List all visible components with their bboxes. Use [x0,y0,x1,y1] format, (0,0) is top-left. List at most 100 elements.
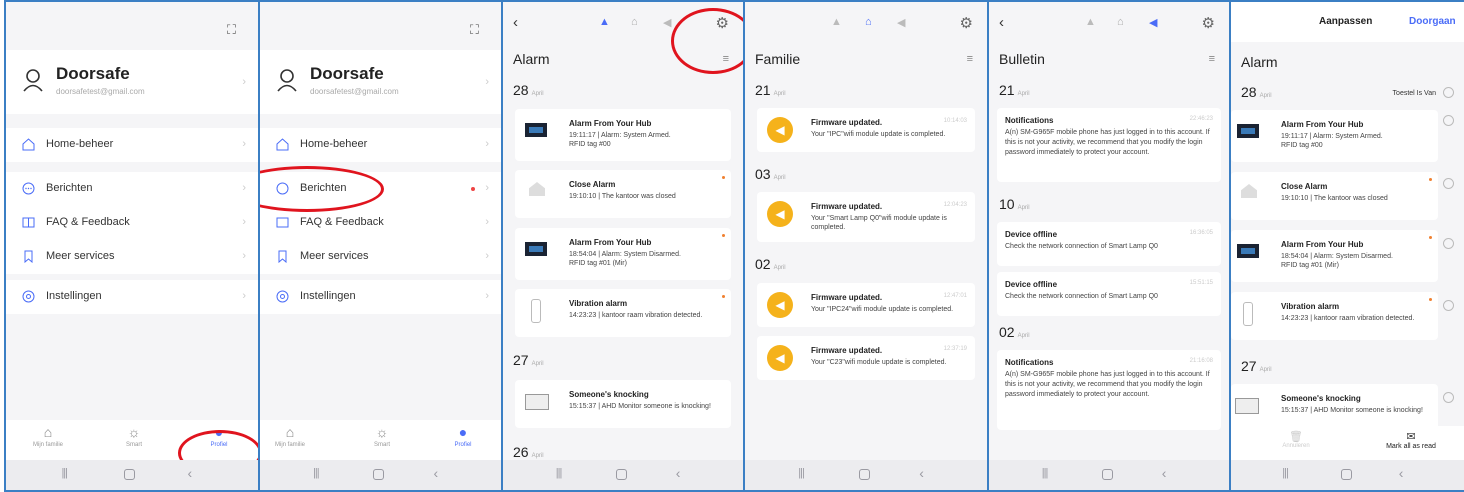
message-card[interactable]: Alarm From Your Hub 19:11:17 | Alarm: Sys… [515,109,731,161]
back-icon[interactable]: ‹ [676,465,681,481]
message-card[interactable]: Close Alarm 19:10:10 | The kantoor was cl… [515,170,731,218]
menu-item-home[interactable]: Home-beheer › [6,128,258,162]
tab-smart[interactable]: ☼ Smart [357,424,407,448]
home-button-icon[interactable] [1101,469,1113,480]
bulletin-card[interactable]: Notifications 22:46:23 A(n) SM-G965F mobil… [997,108,1221,182]
envelope-icon: ✉ [1406,431,1416,443]
tab-smart[interactable]: ☼ Smart [109,424,159,448]
recents-icon[interactable]: ||| [313,467,320,479]
back-arrow-icon[interactable]: ‹ [999,14,1004,31]
bell-icon[interactable]: ▲ [1085,16,1096,28]
select-radio[interactable] [1443,392,1454,403]
menu-item-home[interactable]: Home-beheer › [260,128,501,162]
bulletin-card[interactable]: Device offline 16:36:05 Check the network … [997,222,1221,266]
back-arrow-icon[interactable]: ‹ [513,14,518,31]
home-icon[interactable]: ⌂ [631,16,638,28]
back-icon[interactable]: ‹ [1399,465,1404,481]
list-icon[interactable]: ≡ [1209,53,1215,65]
family-screen: ▲ ⌂ ◀ ⚙ Familie ≡ 21 April ◀ Firmware upda… [743,0,989,492]
recents-icon[interactable]: ||| [1282,467,1289,479]
home-button-icon[interactable] [373,469,385,480]
unread-dot [471,187,475,191]
edit-header: Aanpassen Doorgaan [1231,2,1464,42]
menu-item-settings[interactable]: Instellingen › [260,280,501,314]
message-card[interactable]: Vibration alarm 14:23:23 | kantoor raam v… [515,289,731,337]
android-nav-bar: ||| ‹ [6,460,258,490]
back-icon[interactable]: ‹ [919,465,924,481]
message-card[interactable]: Alarm From Your Hub 18:54:04 | Alarm: Sys… [515,228,731,280]
message-time: 21:16:08 [1189,358,1213,364]
android-nav-bar: ||| ‹ [745,460,987,490]
menu-item-messages[interactable]: Berichten › [6,172,258,206]
home-button-icon[interactable] [615,469,627,480]
message-card[interactable]: Alarm From Your Hub 18:54:04 | Alarm: Sys… [1231,230,1438,282]
recents-icon[interactable]: ||| [556,467,563,479]
speaker-icon[interactable]: ◀ [663,16,671,29]
home-button-icon[interactable] [858,469,870,480]
select-radio[interactable] [1443,115,1454,126]
speaker-icon[interactable]: ◀ [1149,16,1157,29]
unread-dot [722,176,725,179]
house-thumbnail [529,182,545,196]
done-button[interactable]: Doorgaan [1409,16,1456,27]
user-icon [23,69,43,92]
message-card[interactable]: Someone's knocking 15:15:37 | AHD Monitor… [1231,384,1438,430]
profile-card[interactable]: Doorsafe doorsafetest@gmail.com › [6,50,258,114]
menu-item-faq[interactable]: FAQ & Feedback › [6,206,258,240]
message-card[interactable]: Vibration alarm 14:23:23 | kantoor raam v… [1231,292,1438,340]
menu-item-settings[interactable]: Instellingen › [6,280,258,314]
message-card[interactable]: ◀ Firmware updated. 10:14:03 Your "IPC"wifi… [757,108,975,152]
gear-icon[interactable]: ⚙ [960,14,973,32]
bookmark-icon [278,250,287,263]
bulletin-card[interactable]: Notifications 21:16:08 A(n) SM-G965F mobil… [997,350,1221,430]
cancel-button[interactable]: 🗑 Annuleren [1271,430,1321,449]
scan-icon[interactable]: ⛶ [227,22,236,38]
back-icon[interactable]: ‹ [187,465,192,481]
profile-card[interactable]: Doorsafe doorsafetest@gmail.com › [260,50,501,114]
recents-icon[interactable]: ||| [1042,467,1049,479]
message-card[interactable]: Someone's knocking 15:15:37 | AHD Monitor… [515,380,731,428]
back-icon[interactable]: ‹ [1162,465,1167,481]
message-title: Device offline [1005,230,1058,239]
message-title: Someone's knocking [569,390,649,399]
message-card[interactable]: ◀ Firmware updated. 12:04:23 Your "Smart La… [757,192,975,242]
message-body: Your "C23"wifi module update is complete… [811,359,947,366]
bell-icon[interactable]: ▲ [599,16,610,28]
home-button-icon[interactable] [1340,469,1352,480]
tab-profile[interactable]: ● Profiel [438,424,488,448]
message-body: 19:10:10 | The kantoor was closed [569,193,676,200]
chevron-right-icon: › [485,290,489,302]
message-body: 19:11:17 | Alarm: System Armed. RFID tag … [569,131,721,149]
date-header: 02 April [999,324,1030,340]
select-radio[interactable] [1443,87,1454,98]
message-card[interactable]: Close Alarm 19:10:10 | The kantoor was cl… [1231,172,1438,220]
tab-family[interactable]: ⌂ Mijn familie [265,424,315,448]
trash-icon: 🗑 [1289,431,1303,443]
recents-icon[interactable]: ||| [61,467,68,479]
back-icon[interactable]: ‹ [434,465,439,481]
message-card[interactable]: Alarm From Your Hub 19:11:17 | Alarm: Sys… [1231,110,1438,162]
bulletin-card[interactable]: Device offline 15:51:15 Check the network … [997,272,1221,316]
scan-icon[interactable]: ⛶ [470,22,479,38]
message-card[interactable]: ◀ Firmware updated. 12:37:19 Your "C23"wifi… [757,336,975,380]
message-title: Alarm From Your Hub [569,238,652,247]
list-icon[interactable]: ≡ [967,53,973,65]
menu-item-services[interactable]: Meer services › [6,240,258,274]
home-icon[interactable]: ⌂ [865,16,872,28]
mark-all-read-button[interactable]: ✉ Mark all as read [1371,430,1451,450]
select-radio[interactable] [1443,178,1454,189]
select-radio[interactable] [1443,238,1454,249]
chevron-right-icon: › [242,76,246,88]
tab-family[interactable]: ⌂ Mijn familie [23,424,73,448]
recents-icon[interactable]: ||| [798,467,805,479]
hub-thumbnail [1237,244,1259,258]
bell-icon[interactable]: ▲ [831,16,842,28]
home-icon[interactable]: ⌂ [1117,16,1124,28]
message-card[interactable]: ◀ Firmware updated. 12:47:01 Your "IPC24"wi… [757,283,975,327]
date-header: 28 April [513,82,544,98]
speaker-icon[interactable]: ◀ [897,16,905,29]
home-button-icon[interactable] [124,469,136,480]
gear-icon[interactable]: ⚙ [1202,14,1215,32]
select-radio[interactable] [1443,300,1454,311]
menu-item-services[interactable]: Meer services › [260,240,501,274]
